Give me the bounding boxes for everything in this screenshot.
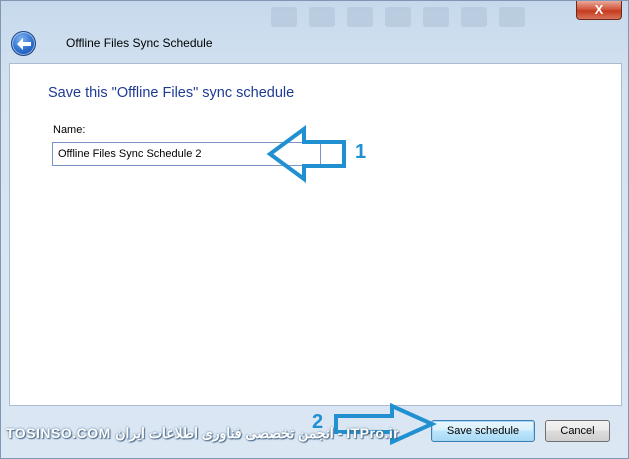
back-button[interactable] bbox=[11, 31, 36, 56]
toolbar-placeholder bbox=[385, 7, 411, 27]
toolbar-placeholder bbox=[423, 7, 449, 27]
toolbar-placeholder bbox=[347, 7, 373, 27]
toolbar-placeholder bbox=[461, 7, 487, 27]
cancel-button[interactable]: Cancel bbox=[545, 420, 610, 442]
window-title: Offline Files Sync Schedule bbox=[66, 36, 213, 50]
toolbar-placeholder bbox=[499, 7, 525, 27]
name-label: Name: bbox=[53, 124, 86, 136]
close-icon: X bbox=[594, 2, 604, 17]
toolbar-placeholder bbox=[271, 7, 297, 27]
back-arrow-icon bbox=[16, 37, 31, 50]
annotation-step-1: 1 bbox=[355, 141, 367, 163]
content-panel: Save this "Offline Files" sync schedule … bbox=[9, 63, 622, 406]
background-toolbar bbox=[271, 7, 561, 29]
name-field[interactable] bbox=[52, 142, 321, 166]
annotation-step-2: 2 bbox=[312, 411, 324, 433]
toolbar-placeholder bbox=[309, 7, 335, 27]
close-button[interactable]: X bbox=[576, 1, 622, 20]
save-schedule-button[interactable]: Save schedule bbox=[431, 420, 535, 442]
page-heading: Save this "Offline Files" sync schedule bbox=[48, 85, 295, 101]
window-frame: X Offline Files Sync Schedule Save this … bbox=[0, 0, 629, 459]
